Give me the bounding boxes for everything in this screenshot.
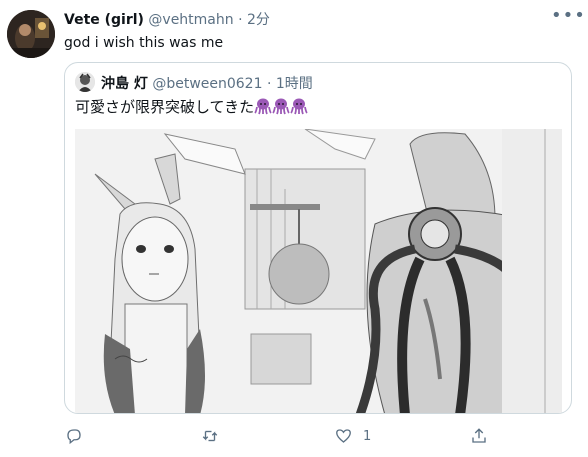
tweet-header: Vete (girl) @vehtmahn · 2分 — [64, 9, 270, 29]
tweet-timestamp[interactable]: 2分 — [247, 12, 270, 28]
more-options-icon[interactable]: ••• — [551, 6, 585, 30]
quoted-separator: · — [266, 76, 272, 92]
octopus-emoji-icon — [290, 98, 308, 115]
quoted-header: 沖島 灯 @between0621 · 1時間 — [101, 73, 313, 93]
tweet-text: god i wish this was me — [64, 35, 224, 51]
quoted-author-handle: @between0621 — [152, 76, 263, 92]
quoted-author-avatar — [75, 72, 95, 92]
quoted-text-line: 可愛さが限界突破してきた — [75, 96, 308, 117]
octopus-emoji-icon — [272, 98, 290, 115]
quoted-author-name: 沖島 灯 — [101, 76, 148, 92]
retweet-button[interactable] — [200, 425, 220, 447]
octopus-emoji-icon — [254, 98, 272, 115]
like-button[interactable]: 1 — [334, 425, 371, 447]
author-avatar[interactable] — [7, 10, 55, 58]
author-handle[interactable]: @vehtmahn — [148, 12, 233, 28]
avatar-image — [7, 10, 55, 58]
retweet-icon — [202, 430, 218, 442]
header-separator: · — [238, 12, 243, 28]
share-button[interactable] — [470, 425, 488, 447]
reply-icon — [67, 429, 81, 445]
sketch-illustration — [75, 129, 562, 413]
tweet-actions: 1 — [0, 415, 588, 455]
heart-icon — [336, 429, 351, 443]
quoted-timestamp: 1時間 — [275, 76, 313, 92]
quoted-tweet[interactable]: 沖島 灯 @between0621 · 1時間 可愛さが限界突破してきた — [64, 62, 572, 414]
share-icon — [472, 428, 486, 443]
octopus-emojis — [254, 98, 308, 116]
like-count: 1 — [363, 428, 372, 444]
quoted-media-image[interactable] — [75, 129, 562, 413]
author-name[interactable]: Vete (girl) — [64, 12, 144, 28]
quoted-text: 可愛さが限界突破してきた — [75, 98, 255, 116]
quoted-avatar-image — [75, 72, 95, 92]
reply-button[interactable] — [65, 425, 83, 447]
